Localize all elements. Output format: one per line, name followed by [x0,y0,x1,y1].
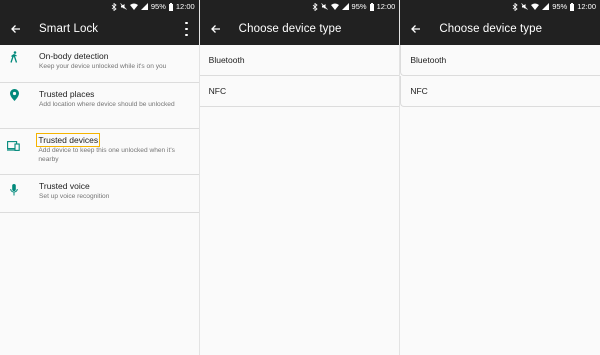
choose-device-type-screen-2: 95% 12:00 Choose device type Bluetooth N… [399,0,600,355]
location-pin-icon [2,83,26,128]
toolbar: Smart Lock [0,13,199,45]
trusted-voice-item[interactable]: Trusted voice Set up voice recognition [0,175,199,213]
signal-icon [341,3,349,10]
battery-icon [369,2,374,11]
screens-row: 95% 12:00 Smart Lock On-body detection K… [0,0,600,355]
item-title: On-body detection [39,51,109,61]
back-button[interactable] [8,21,24,37]
item-subtitle: Add location where device should be unlo… [39,101,175,108]
item-subtitle: Keep your device unlocked while it's on … [39,63,167,70]
signal-icon [140,3,148,10]
bluetooth-icon [111,2,117,11]
option-label: NFC [410,86,428,96]
wifi-icon [129,3,138,10]
option-label: Bluetooth [410,55,447,65]
nfc-option[interactable]: NFC [199,76,400,107]
trusted-devices-item[interactable]: Trusted devices Add device to keep this … [0,129,199,175]
status-bar: 95% 12:00 [0,0,199,13]
battery-icon [168,2,173,11]
choose-device-type-screen: 95% 12:00 Choose device type Bluetooth N… [198,0,400,355]
highlighted-title: Trusted devices [36,133,101,147]
bluetooth-icon [512,2,518,11]
back-arrow-icon [11,25,20,33]
back-arrow-icon [411,25,421,33]
back-button[interactable] [408,21,424,37]
mute-icon [521,3,528,10]
item-title: Trusted voice [39,181,90,191]
microphone-icon [2,175,26,212]
nfc-option[interactable]: NFC [400,76,600,107]
wifi-icon [531,3,540,10]
smart-lock-screen: 95% 12:00 Smart Lock On-body detection K… [0,0,199,355]
status-bar: 95% 12:00 [199,0,400,13]
option-label: NFC [208,86,227,96]
toolbar: Choose device type [400,13,600,45]
battery-percentage: 95% [150,2,166,11]
battery-icon [570,2,575,11]
trusted-places-item[interactable]: Trusted places Add location where device… [0,83,199,129]
mute-icon [320,3,328,10]
option-label: Bluetooth [208,55,245,65]
mute-icon [120,3,127,10]
battery-percentage: 95% [552,2,568,11]
status-bar: 95% 12:00 [400,0,600,13]
clock: 12:00 [376,2,396,11]
wifi-icon [330,3,339,10]
page-title: Smart Lock [39,23,99,35]
toolbar: Choose device type [199,13,400,45]
clock: 12:00 [577,2,597,11]
bluetooth-option[interactable]: Bluetooth [400,45,600,76]
page-title: Choose device type [439,23,543,35]
back-button[interactable] [208,21,224,37]
item-subtitle: Add device to keep this one unlocked whe… [38,147,175,163]
item-title: Trusted places [39,89,95,99]
bluetooth-icon [312,2,318,11]
back-arrow-icon [210,25,220,33]
page-title: Choose device type [238,23,342,35]
battery-percentage: 95% [351,2,367,11]
walking-person-icon [2,45,26,82]
item-title: Trusted devices [36,133,198,147]
overflow-menu-button[interactable] [184,22,190,36]
on-body-detection-item[interactable]: On-body detection Keep your device unloc… [0,45,199,83]
devices-icon [2,129,25,174]
clock: 12:00 [175,2,195,11]
signal-icon [542,3,550,10]
bluetooth-option[interactable]: Bluetooth [199,45,400,76]
item-subtitle: Set up voice recognition [39,193,110,200]
